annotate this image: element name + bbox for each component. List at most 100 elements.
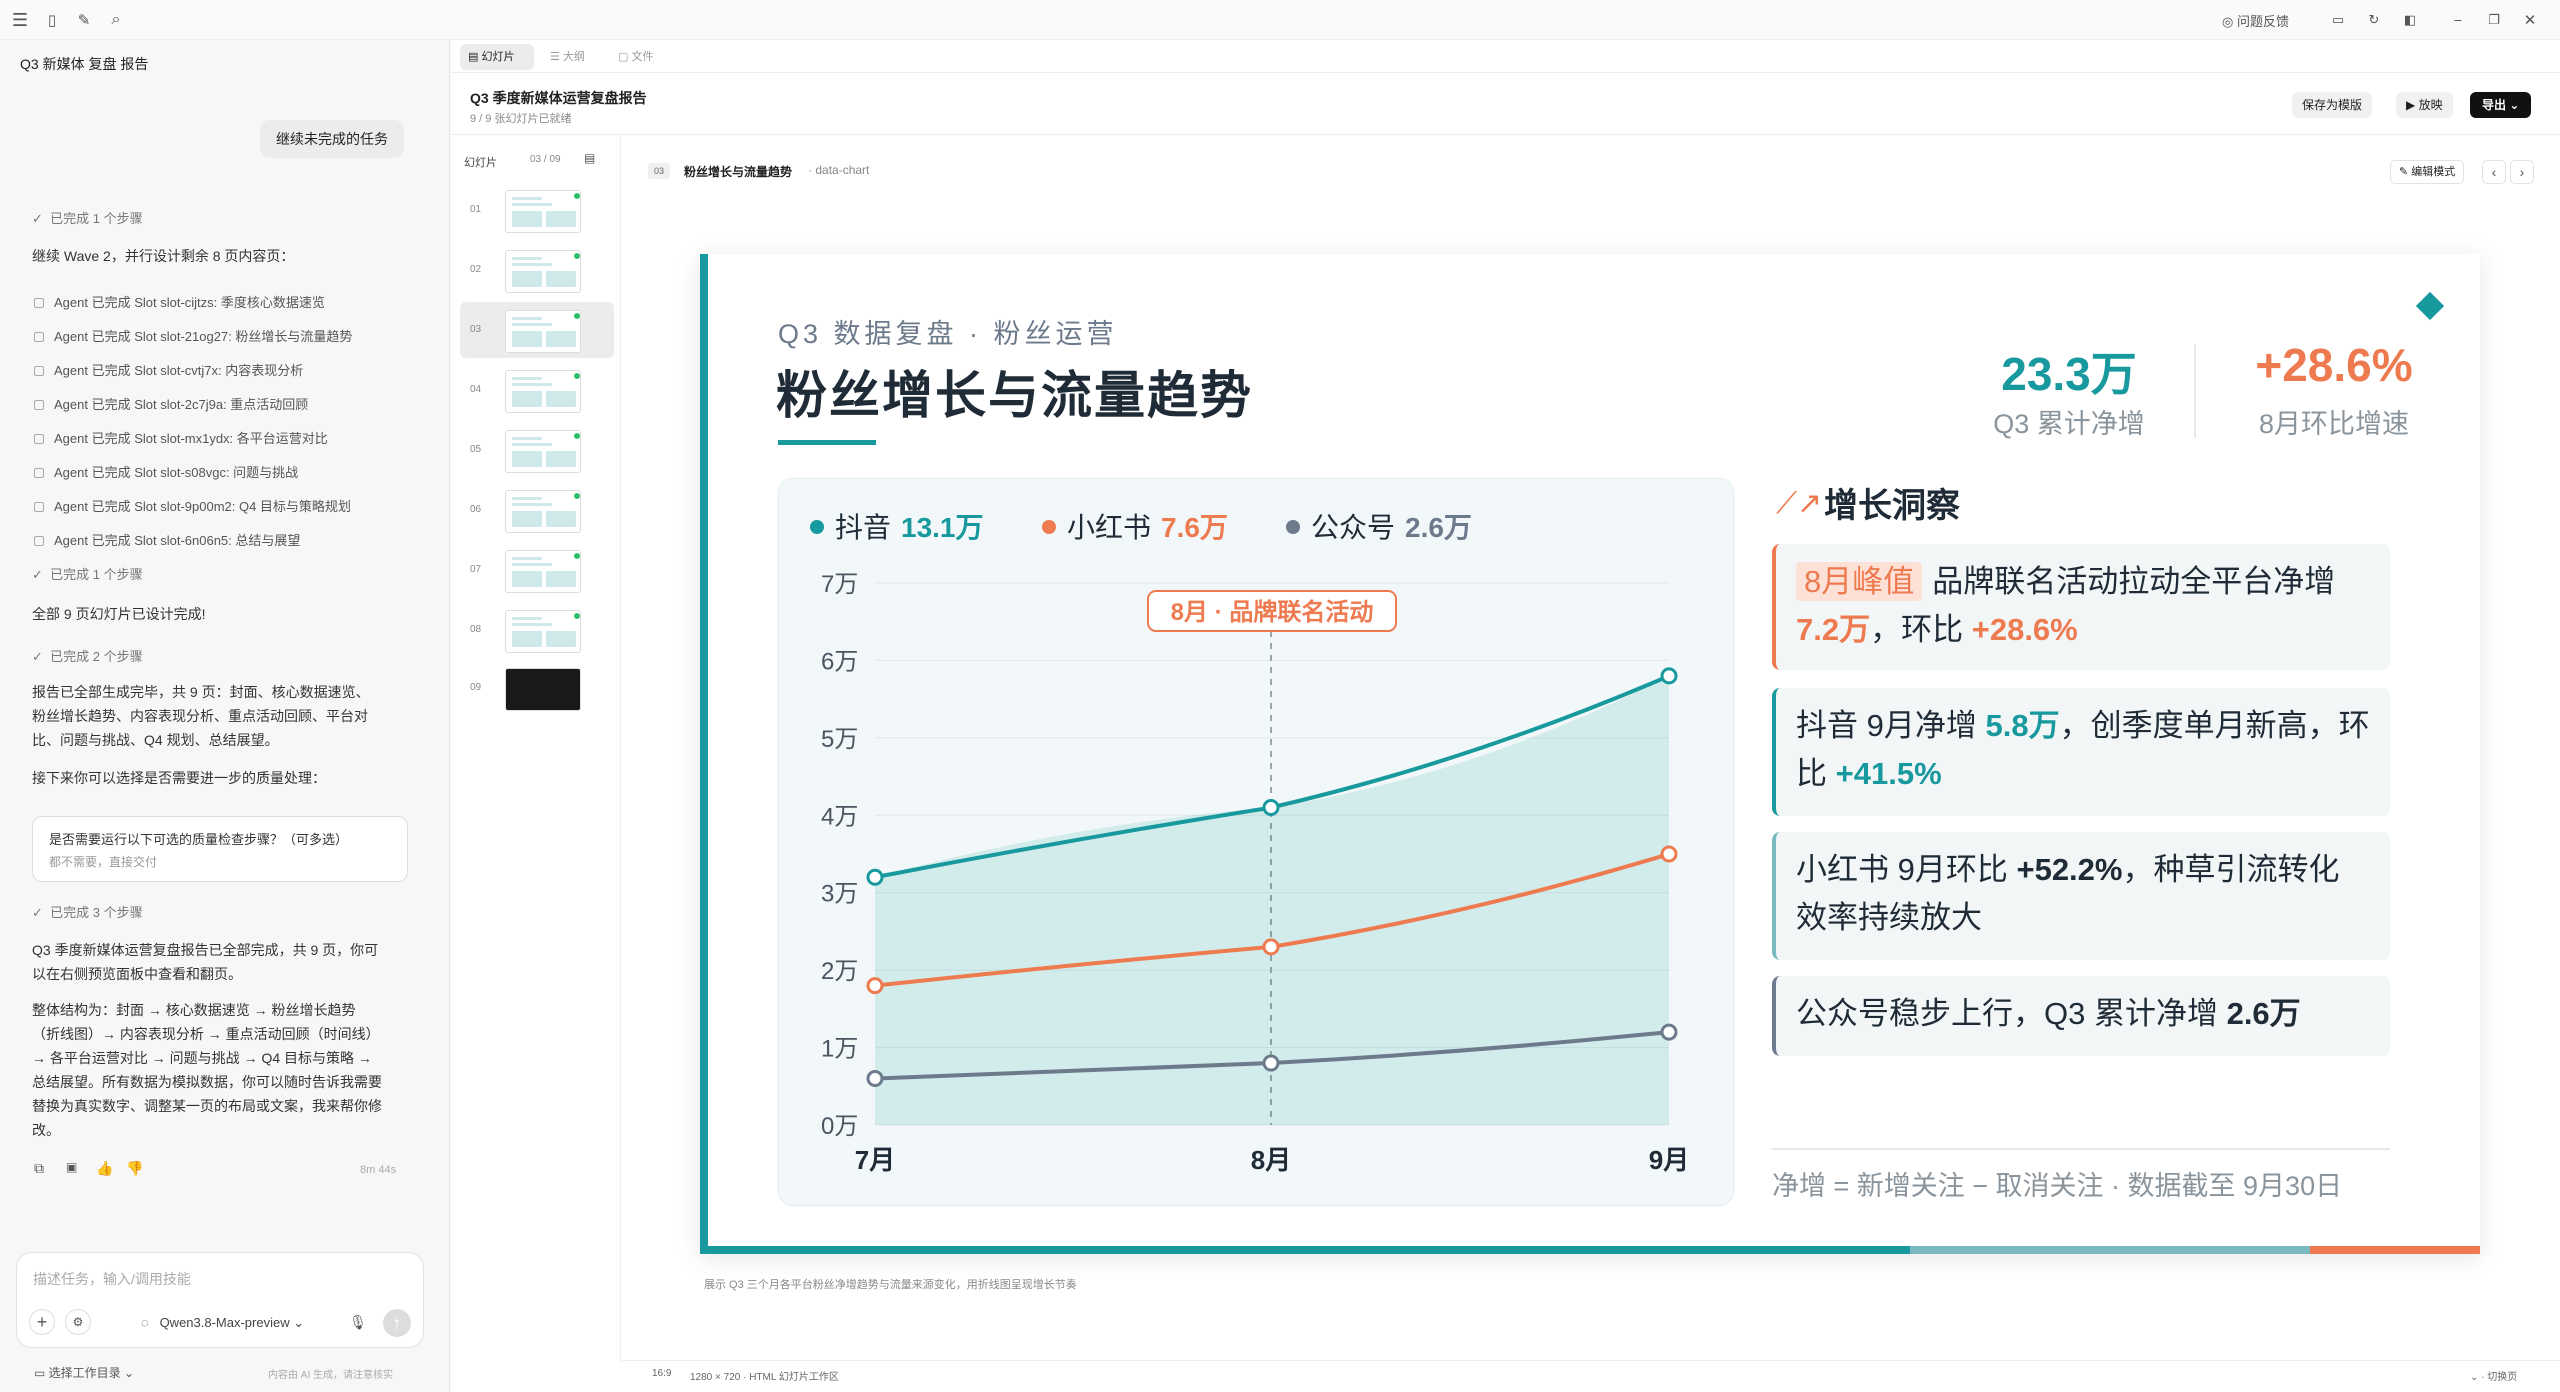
kpi-divider [2194, 344, 2196, 438]
slide-thumbnail[interactable] [505, 310, 581, 353]
thumb-number: 09 [470, 682, 482, 693]
sidebar-toggle-icon[interactable]: ▯ [42, 10, 62, 30]
mic-icon[interactable]: 🎙 [347, 1311, 369, 1333]
text-line: 比、问题与挑战、Q4 规划、总结展望。 [32, 732, 279, 748]
diamond-icon [2415, 291, 2445, 321]
slide-thumbnail[interactable] [505, 190, 581, 233]
refresh-icon[interactable]: ↻ [2364, 10, 2384, 30]
insight-text: 抖音 9月净增 [1796, 708, 1986, 743]
legend-dot [1042, 520, 1056, 534]
aspect-ratio: 16:9 [652, 1368, 672, 1379]
save-icon[interactable]: ▣ [66, 1160, 77, 1174]
prev-slide-button[interactable]: ‹ [2482, 160, 2506, 184]
toggle-page-button[interactable]: ⌄ · 切换页 [2470, 1368, 2517, 1383]
y-tick-label: 0万 [821, 1113, 858, 1140]
annotation-label: 8月 · 品牌联名活动 [1171, 598, 1374, 626]
step-collapsed[interactable]: ✓ 已完成 1 个步骤 [32, 564, 143, 583]
tab-slides[interactable]: ▤ 幻灯片 [460, 44, 534, 70]
play-button[interactable]: ▶ 放映 [2396, 92, 2453, 118]
model-label: Qwen3.8-Max-preview [159, 1315, 290, 1330]
slide-thumbnail[interactable] [505, 430, 581, 473]
slide-thumbnail[interactable] [505, 610, 581, 653]
input-placeholder: 描述任务，输入/调用技能 [33, 1271, 191, 1287]
elapsed-time: 8m 44s [360, 1164, 397, 1176]
doc-title: Q3 季度新媒体运营复盘报告 [470, 90, 647, 106]
model-select[interactable]: ◌ Qwen3.8-Max-preview ⌄ [141, 1315, 304, 1331]
tools-icon[interactable]: ⚙ [65, 1309, 91, 1335]
step-collapsed[interactable]: ✓ 已完成 1 个步骤 [32, 208, 143, 227]
progress-bar-orange [2310, 1246, 2480, 1254]
agent-item: Agent 已完成 Slot slot-s08vgc: 问题与挑战 [34, 462, 298, 481]
slide-number-chip: 03 [648, 163, 670, 179]
next-slide-button[interactable]: › [2510, 160, 2534, 184]
thumbs-up-icon[interactable]: 👍 [96, 1160, 113, 1177]
step-collapsed[interactable]: ✓ 已完成 2 个步骤 [32, 646, 143, 665]
restore-icon[interactable]: ❐ [2484, 10, 2504, 30]
assistant-text: 继续 Wave 2，并行设计剩余 8 页内容页： [32, 248, 295, 264]
kpi-label: Q3 累计净增 [1993, 409, 2145, 439]
agent-item: Agent 已完成 Slot slot-cijtzs: 季度核心数据速览 [34, 292, 325, 311]
play-label: 放映 [2418, 98, 2443, 112]
menu-icon[interactable]: ☰ [10, 10, 30, 30]
new-chat-icon[interactable]: ✎ [74, 10, 94, 30]
panel-icon[interactable]: ◧ [2400, 10, 2420, 30]
slide-thumbnail[interactable] [505, 370, 581, 413]
divider [620, 1360, 2560, 1361]
legend-value: 7.6万 [1161, 512, 1228, 543]
thumbs-down-icon[interactable]: 👎 [126, 1160, 143, 1177]
feedback-button[interactable]: ◎ 问题反馈 [2222, 11, 2289, 30]
chat-input[interactable]: 描述任务，输入/调用技能 + ⚙ ◌ Qwen3.8-Max-preview ⌄… [16, 1252, 424, 1348]
x-tick-label: 7月 [855, 1145, 895, 1175]
kpi-value: 23.3万 [2001, 348, 2137, 400]
divider [451, 134, 2560, 135]
agent-label: Agent 已完成 Slot slot-6n06n5: 总结与展望 [54, 533, 301, 548]
tab-label: 文件 [631, 51, 654, 63]
screen-icon[interactable]: ▭ [2328, 10, 2348, 30]
workdir-select[interactable]: ▭ 选择工作目录 ⌄ [34, 1364, 134, 1381]
slide-thumbnail[interactable] [505, 490, 581, 533]
minimize-icon[interactable]: − [2448, 10, 2468, 30]
data-point [1660, 1023, 1678, 1041]
search-icon[interactable]: ⌕ [106, 10, 126, 30]
edit-mode-button[interactable]: ✎ 编辑模式 [2390, 160, 2465, 184]
divider [451, 72, 2560, 73]
send-icon[interactable]: ↑ [383, 1309, 411, 1337]
insight-card: 抖音 9月净增 5.8万，创季度单月新高，环比 +41.5% [1772, 688, 2390, 816]
data-point [1660, 667, 1678, 685]
y-tick-label: 3万 [821, 881, 858, 908]
agent-item: Agent 已完成 Slot slot-mx1ydx: 各平台运营对比 [34, 428, 328, 447]
step-collapsed[interactable]: ✓ 已完成 3 个步骤 [32, 902, 143, 921]
grid-view-icon[interactable]: ▤ [584, 151, 595, 165]
copy-icon[interactable]: ⧉ [34, 1160, 44, 1177]
slide-thumbnail[interactable] [505, 550, 581, 593]
tab-files[interactable]: ▢ 文件 [618, 44, 653, 70]
assistant-text: 整体结构为：封面 → 核心数据速览 → 粉丝增长趋势 （折线图）→ 内容表现分析… [32, 998, 382, 1142]
assistant-text: 报告已全部生成完毕，共 9 页：封面、核心数据速览、 粉丝增长趋势、内容表现分析… [32, 680, 370, 752]
divider [620, 134, 621, 1364]
text-line: （折线图）→ 内容表现分析 → 重点活动回顾（时间线） [32, 1026, 380, 1042]
text-line: 整体结构为：封面 → 核心数据速览 → 粉丝增长趋势 [32, 1002, 356, 1018]
question-card[interactable]: 是否需要运行以下可选的质量检查步骤？（可多选） 都不需要，直接交付 [32, 816, 408, 882]
save-template-button[interactable]: 保存为模版 [2292, 92, 2373, 118]
doc-status: 9 / 9 张幻灯片已就绪 [470, 113, 572, 125]
export-button[interactable]: 导出 ⌄ [2470, 92, 2532, 118]
insight-highlight: +41.5% [1835, 756, 1942, 791]
insight-title: 增长洞察 [1824, 487, 1960, 525]
question-text: 是否需要运行以下可选的质量检查步骤？（可多选） [49, 832, 349, 847]
x-tick-label: 8月 [1251, 1145, 1291, 1175]
tab-outline[interactable]: ☰ 大纲 [550, 44, 585, 70]
insight-highlight: +52.2% [2016, 852, 2123, 887]
close-icon[interactable]: ✕ [2520, 10, 2540, 30]
y-tick-label: 5万 [821, 726, 858, 753]
assistant-text: 接下来你可以选择是否需要进一步的质量处理： [32, 770, 326, 786]
progress-bar-light [1910, 1246, 2310, 1254]
agent-label: Agent 已完成 Slot slot-cijtzs: 季度核心数据速览 [54, 295, 325, 310]
thumb-number: 03 [470, 324, 482, 335]
insight-card: 公众号稳步上行，Q3 累计净增 2.6万 [1772, 976, 2390, 1056]
y-tick-label: 1万 [821, 1036, 858, 1063]
slides-panel-label: 幻灯片 [464, 157, 497, 169]
slide-thumbnail[interactable] [505, 668, 581, 711]
thumb-number: 05 [470, 444, 482, 455]
add-icon[interactable]: + [29, 1309, 55, 1335]
slide-thumbnail[interactable] [505, 250, 581, 293]
